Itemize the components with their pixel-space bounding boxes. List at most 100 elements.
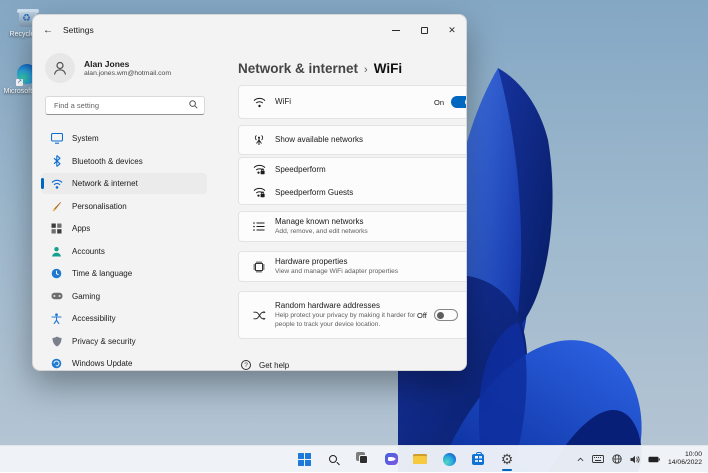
tray-time: 10:00: [668, 451, 702, 460]
wifi-label: WiFi: [275, 97, 434, 107]
sidebar-item-personalisation[interactable]: Personalisation: [41, 196, 207, 217]
get-help-link[interactable]: ? Get help: [238, 360, 467, 370]
manage-networks-subtitle: Add, remove, and edit networks: [275, 228, 467, 237]
avatar: [45, 53, 75, 83]
sidebar-item-label: Apps: [72, 224, 90, 233]
sidebar-item-label: Bluetooth & devices: [72, 157, 143, 166]
maximize-icon: [421, 27, 428, 34]
sidebar-item-label: Windows Update: [72, 359, 132, 368]
settings-button[interactable]: ⚙: [495, 447, 519, 471]
search-button[interactable]: [321, 447, 345, 471]
close-button[interactable]: ✕: [438, 15, 466, 45]
search-icon: [189, 100, 198, 109]
gamepad-icon: [50, 290, 63, 302]
show-networks-expander[interactable]: Show available networks: [238, 125, 467, 155]
network-list-item[interactable]: Speedperform: [239, 158, 467, 181]
wifi-toggle[interactable]: [451, 96, 467, 108]
volume-icon[interactable]: [630, 455, 640, 464]
sidebar-item-windows-update[interactable]: Windows Update: [41, 353, 207, 371]
minimize-icon: [392, 30, 400, 31]
breadcrumb-parent[interactable]: Network & internet: [238, 61, 358, 76]
network-list-item[interactable]: Speedperform Guests: [239, 181, 467, 204]
brush-icon: [50, 200, 63, 212]
help-icon: ?: [241, 360, 251, 370]
search-box: [45, 95, 205, 115]
hardware-properties-card[interactable]: Hardware properties View and manage WiFi…: [238, 251, 467, 282]
sidebar-item-accounts[interactable]: Accounts: [41, 241, 207, 262]
person-icon: [52, 60, 68, 76]
random-hardware-card: Random hardware addresses Help protect y…: [238, 291, 467, 339]
system-icon: [50, 133, 63, 145]
network-globe-icon[interactable]: [612, 454, 622, 464]
apps-icon: [50, 223, 63, 235]
wifi-toggle-card: WiFi On: [238, 85, 467, 119]
gear-icon: ⚙: [501, 452, 514, 466]
folder-icon: [413, 454, 427, 465]
settings-content: Network & internet › WiFi WiFi On: [209, 45, 466, 370]
settings-sidebar: Alan Jones alan.jones.wm@hotmail.com Sys…: [39, 47, 209, 370]
sidebar-item-label: Accessibility: [72, 314, 116, 323]
sidebar-item-accessibility[interactable]: Accessibility: [41, 308, 207, 329]
store-icon: [472, 454, 484, 465]
task-view-button[interactable]: [350, 447, 374, 471]
minimize-button[interactable]: [382, 15, 410, 45]
edge-icon: [443, 453, 456, 466]
available-networks-list: Speedperform Speedperform Guests: [238, 157, 467, 205]
sidebar-item-label: Accounts: [72, 247, 105, 256]
windows-logo-icon: [298, 453, 311, 466]
sidebar-item-bluetooth[interactable]: Bluetooth & devices: [41, 151, 207, 172]
sidebar-item-privacy[interactable]: Privacy & security: [41, 331, 207, 352]
wifi-icon: [253, 97, 275, 108]
sidebar-item-label: Time & language: [72, 269, 132, 278]
clock-icon: [50, 268, 63, 280]
page-title: WiFi: [374, 61, 402, 76]
list-icon: [253, 222, 275, 231]
random-hardware-toggle[interactable]: [434, 309, 458, 321]
chat-icon: [385, 453, 398, 465]
network-name: Speedperform Guests: [275, 188, 353, 198]
edge-button[interactable]: [437, 447, 461, 471]
sidebar-item-system[interactable]: System: [41, 128, 207, 149]
sidebar-nav: System Bluetooth & devices Network & int…: [39, 128, 209, 371]
window-title: Settings: [63, 25, 94, 35]
active-app-indicator: [502, 469, 512, 472]
shuffle-icon: [253, 311, 275, 320]
sidebar-item-label: Gaming: [72, 292, 100, 301]
network-name: Speedperform: [275, 165, 326, 175]
start-button[interactable]: [292, 447, 316, 471]
bluetooth-icon: [50, 155, 63, 167]
taskbar: ⚙ 10:00 14/06/2022: [0, 445, 708, 472]
manage-networks-title: Manage known networks: [275, 217, 467, 227]
tray-clock[interactable]: 10:00 14/06/2022: [668, 451, 702, 468]
back-button[interactable]: ←: [33, 25, 63, 36]
maximize-button[interactable]: [410, 15, 438, 45]
breadcrumb-separator: ›: [364, 64, 368, 76]
sidebar-item-gaming[interactable]: Gaming: [41, 286, 207, 307]
manage-known-networks-card[interactable]: Manage known networks Add, remove, and e…: [238, 211, 467, 242]
titlebar[interactable]: ← Settings ✕: [33, 15, 466, 45]
file-explorer-button[interactable]: [408, 447, 432, 471]
sidebar-item-time-language[interactable]: Time & language: [41, 263, 207, 284]
broadcast-tower-icon: [253, 134, 275, 146]
sidebar-item-apps[interactable]: Apps: [41, 218, 207, 239]
wifi-icon: [50, 178, 63, 190]
touch-keyboard-icon[interactable]: [592, 455, 604, 463]
random-hardware-subtitle: Help protect your privacy by making it h…: [275, 312, 417, 329]
user-email: alan.jones.wm@hotmail.com: [84, 70, 171, 77]
search-icon: [329, 455, 337, 463]
battery-icon[interactable]: [648, 456, 660, 463]
sidebar-item-label: Privacy & security: [72, 337, 136, 346]
random-hardware-state: Off: [417, 311, 427, 320]
store-button[interactable]: [466, 447, 490, 471]
accessibility-icon: [50, 313, 63, 325]
tray-chevron-icon[interactable]: [577, 456, 584, 463]
sidebar-item-network[interactable]: Network & internet: [41, 173, 207, 194]
search-input[interactable]: [45, 96, 205, 115]
settings-window: ← Settings ✕ Alan Jones alan.jones.wm@ho…: [32, 14, 467, 371]
tray-date: 14/06/2022: [668, 459, 702, 468]
hardware-properties-title: Hardware properties: [275, 257, 467, 267]
account-header[interactable]: Alan Jones alan.jones.wm@hotmail.com: [39, 47, 209, 83]
shield-icon: [50, 335, 63, 347]
chat-button[interactable]: [379, 447, 403, 471]
accounts-icon: [50, 245, 63, 257]
